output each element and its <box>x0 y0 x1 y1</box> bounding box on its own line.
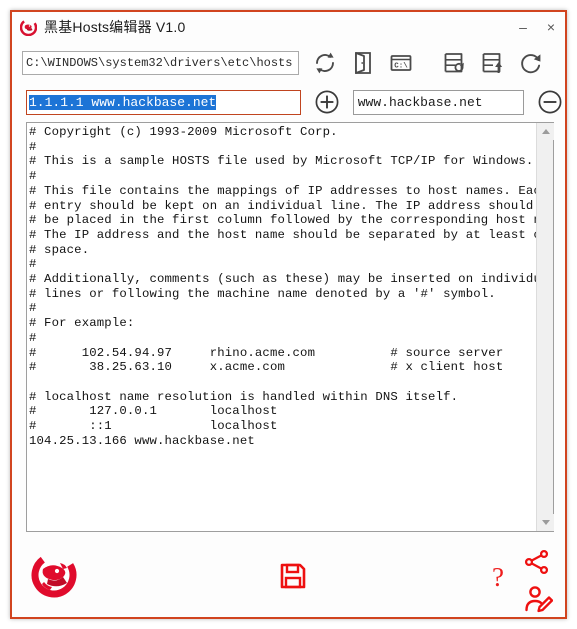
help-question-icon[interactable]: ? <box>486 562 510 592</box>
reset-icon[interactable] <box>516 48 546 78</box>
remove-entry-icon[interactable] <box>535 87 565 117</box>
hosts-file-textarea[interactable]: # Copyright (c) 1993-2009 Microsoft Corp… <box>27 123 536 531</box>
refresh-icon[interactable] <box>310 48 340 78</box>
save-floppy-icon[interactable] <box>277 560 309 592</box>
hostname-value: www.hackbase.net <box>357 94 483 110</box>
editor-scrollbar[interactable] <box>536 123 554 531</box>
host-entry-value: 1.1.1.1 www.hackbase.net <box>29 94 217 110</box>
minimize-icon[interactable]: – <box>509 12 537 42</box>
hostname-input[interactable]: www.hackbase.net <box>352 89 524 115</box>
window-title: 黑基Hosts编辑器 V1.0 <box>44 19 186 35</box>
restore-hosts-icon[interactable] <box>478 48 508 78</box>
bottom-toolbar: ? <box>12 538 565 617</box>
open-folder-icon[interactable] <box>348 48 378 78</box>
scroll-down-arrow-icon[interactable] <box>537 514 554 531</box>
svg-text:C:\: C:\ <box>394 63 408 71</box>
hosts-path-input[interactable] <box>22 51 299 75</box>
add-entry-icon[interactable] <box>312 87 342 117</box>
scroll-up-arrow-icon[interactable] <box>537 123 554 140</box>
share-icon[interactable] <box>522 547 552 577</box>
cmd-prompt-icon[interactable]: C:\ <box>386 48 416 78</box>
host-entry-input[interactable]: 1.1.1.1 www.hackbase.net <box>26 89 301 115</box>
close-icon[interactable]: × <box>537 12 565 42</box>
window-controls: – × <box>509 12 565 42</box>
dragon-logo-icon[interactable] <box>30 551 78 599</box>
backup-hosts-icon[interactable] <box>440 48 470 78</box>
toolbar: C:\ <box>12 42 565 84</box>
entry-row: 1.1.1.1 www.hackbase.net www.hackbase.ne… <box>12 84 565 120</box>
app-window: 黑基Hosts编辑器 V1.0 – × C:\WINDOWS\system32\… <box>10 10 567 619</box>
title-bar: 黑基Hosts编辑器 V1.0 – × <box>12 12 565 42</box>
user-edit-icon[interactable] <box>522 583 554 615</box>
dragon-logo-icon <box>19 18 38 36</box>
hosts-editor: # Copyright (c) 1993-2009 Microsoft Corp… <box>26 122 554 532</box>
